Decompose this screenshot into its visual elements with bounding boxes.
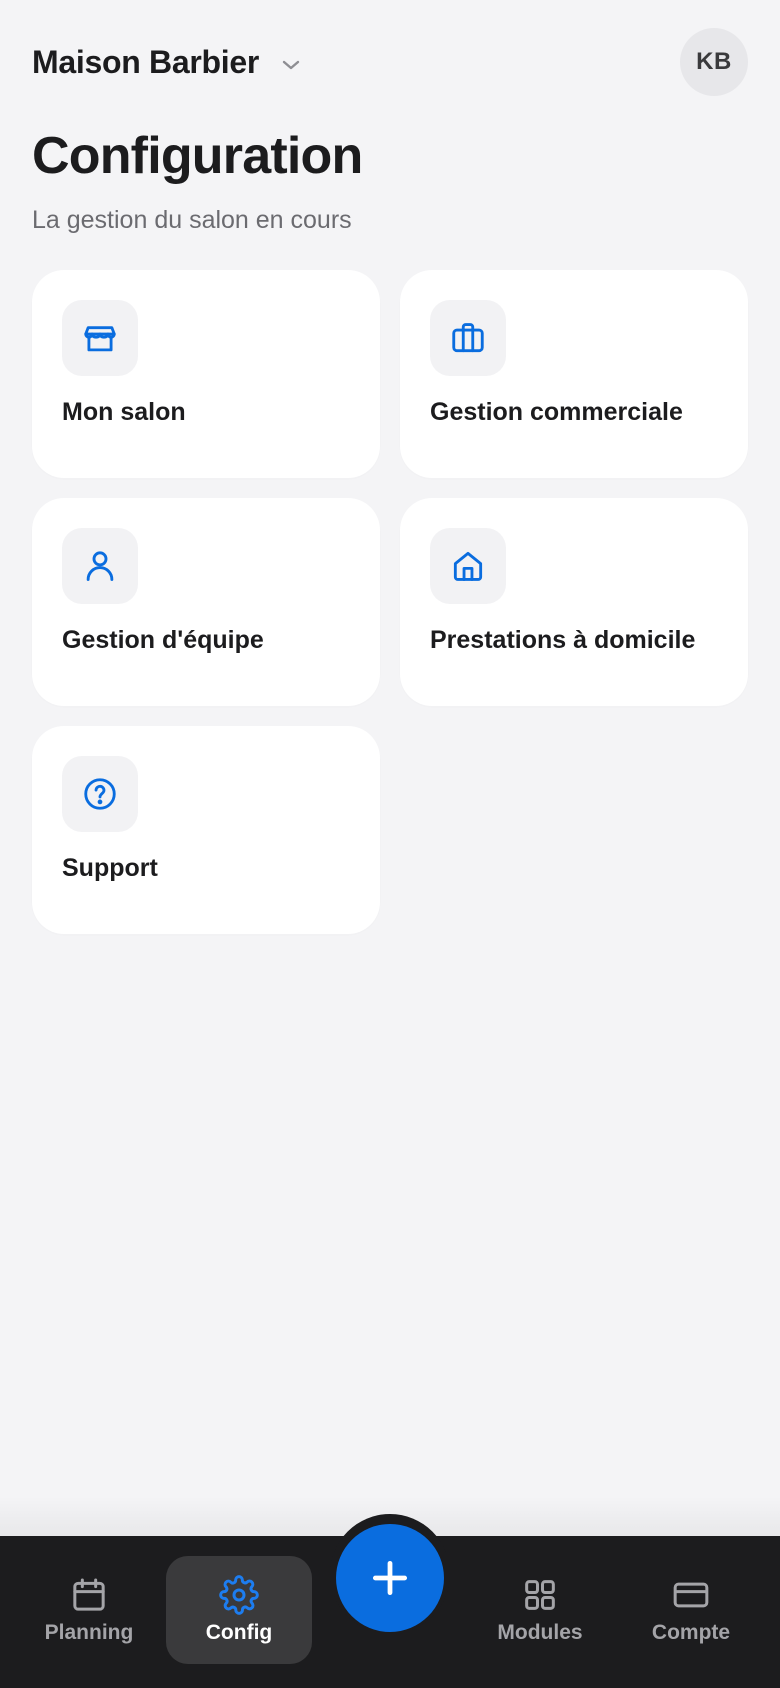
tab-label: Compte (651, 1621, 731, 1644)
card-gestion-equipe[interactable]: Gestion d'équipe (32, 498, 380, 706)
card-label: Prestations à domicile (430, 626, 696, 654)
tab-label: Modules (497, 1621, 583, 1644)
card-support[interactable]: Support (32, 726, 380, 934)
salon-name: Maison Barbier (32, 43, 259, 80)
card-prestations-domicile[interactable]: Prestations à domicile (400, 498, 748, 706)
card-label: Gestion d'équipe (62, 626, 264, 654)
home-icon (453, 551, 483, 581)
credit-card-icon (673, 1582, 709, 1608)
chevron-down-icon (282, 60, 300, 70)
card-gestion-commerciale[interactable]: Gestion commerciale (400, 270, 748, 478)
card-label: Mon salon (62, 398, 186, 426)
tab-config[interactable]: Config (166, 1556, 312, 1664)
card-label: Support (62, 854, 158, 882)
card-label: Gestion commerciale (430, 398, 683, 426)
gear-icon (219, 1575, 259, 1615)
tab-compte[interactable]: Compte (618, 1556, 764, 1664)
briefcase-icon (452, 323, 484, 353)
add-button[interactable] (336, 1524, 444, 1632)
user-icon (86, 551, 114, 581)
grid-icon (525, 1580, 555, 1610)
avatar[interactable]: KB (680, 28, 748, 96)
tab-modules[interactable]: Modules (467, 1556, 613, 1664)
settings-grid: Mon salon Gestion commerciale Gestion d'… (32, 270, 748, 934)
calendar-icon (73, 1578, 105, 1611)
help-circle-icon (84, 778, 116, 810)
tab-label: Planning (44, 1621, 134, 1644)
salon-switcher[interactable]: Maison Barbier (32, 44, 303, 81)
card-mon-salon[interactable]: Mon salon (32, 270, 380, 478)
tab-planning[interactable]: Planning (16, 1556, 162, 1664)
plus-icon (372, 1560, 408, 1596)
header: Maison Barbier KB (32, 28, 748, 96)
tab-label: Config (205, 1621, 273, 1644)
page-subtitle: La gestion du salon en cours (32, 206, 352, 234)
page-title: Configuration (32, 127, 363, 185)
store-icon (84, 326, 116, 352)
